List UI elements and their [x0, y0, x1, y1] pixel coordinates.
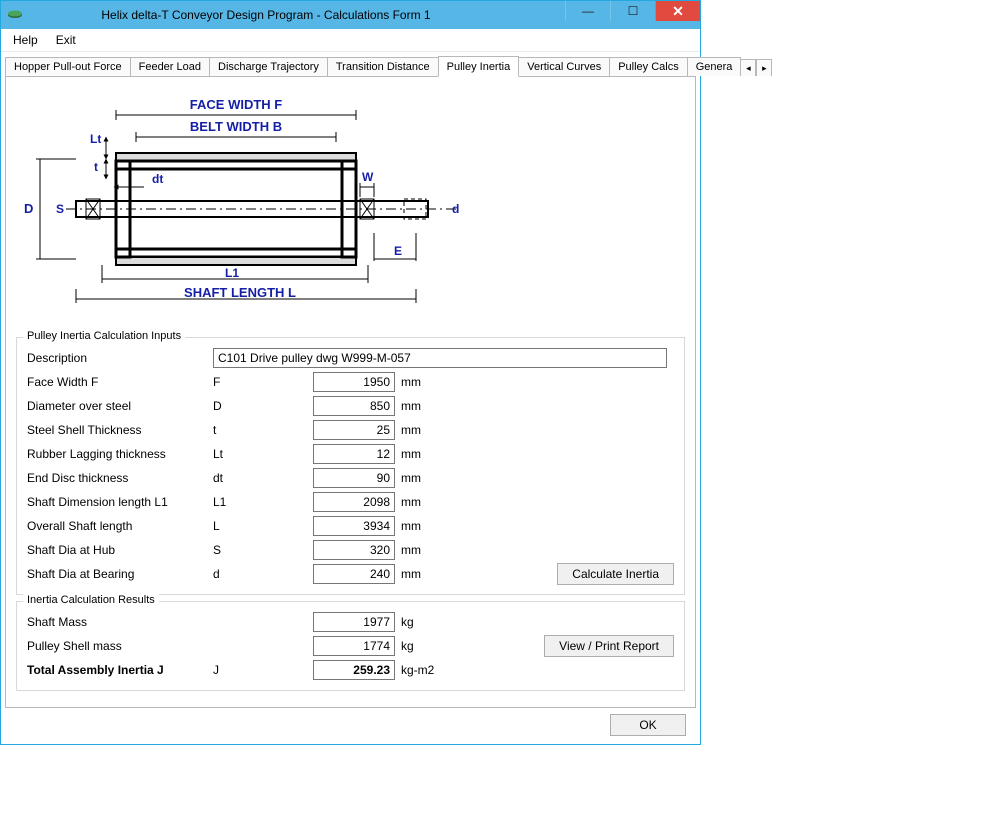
diagram-label-Lt: Lt	[90, 132, 101, 146]
shaft-dia-bearing-label: Shaft Dia at Bearing	[27, 567, 213, 581]
tab-scroll-right-icon[interactable]: ▸	[756, 59, 772, 76]
total-inertia-output	[313, 660, 395, 680]
results-group: Inertia Calculation Results Shaft Mass k…	[16, 601, 685, 691]
diagram-label-face-width: FACE WIDTH F	[190, 97, 282, 112]
overall-shaft-length-label: Overall Shaft length	[27, 519, 213, 533]
shaft-dia-bearing-input[interactable]	[313, 564, 395, 584]
diagram-label-shaft-length: SHAFT LENGTH L	[184, 285, 296, 300]
shaft-dia-hub-label: Shaft Dia at Hub	[27, 543, 213, 557]
diameter-over-steel-input[interactable]	[313, 396, 395, 416]
maximize-button[interactable]: ☐	[610, 1, 655, 21]
end-disc-thickness-input[interactable]	[313, 468, 395, 488]
dialog-footer: OK	[5, 708, 696, 736]
description-label: Description	[27, 351, 213, 365]
steel-shell-thickness-label: Steel Shell Thickness	[27, 423, 213, 437]
tabbar: Hopper Pull-out Force Feeder Load Discha…	[5, 56, 696, 77]
diameter-over-steel-label: Diameter over steel	[27, 399, 213, 413]
tab-pulley-calcs[interactable]: Pulley Calcs	[609, 57, 688, 76]
inputs-group: Pulley Inertia Calculation Inputs Descri…	[16, 337, 685, 595]
shaft-dimension-l1-input[interactable]	[313, 492, 395, 512]
diagram-label-L1: L1	[225, 266, 239, 280]
app-window: Helix delta-T Conveyor Design Program - …	[0, 0, 701, 745]
tab-hopper-pullout-force[interactable]: Hopper Pull-out Force	[5, 57, 131, 76]
shaft-mass-label: Shaft Mass	[27, 615, 213, 629]
client-area: Hopper Pull-out Force Feeder Load Discha…	[1, 52, 700, 744]
inputs-legend: Pulley Inertia Calculation Inputs	[23, 330, 185, 342]
diagram-label-D: D	[24, 201, 33, 216]
face-width-label: Face Width F	[27, 375, 213, 389]
diagram-label-t: t	[94, 160, 98, 174]
pulley-diagram: FACE WIDTH F BELT WIDTH B Lt t	[16, 87, 685, 333]
description-input[interactable]	[213, 348, 667, 368]
tab-pulley-inertia[interactable]: Pulley Inertia	[438, 56, 520, 77]
diagram-label-belt-width: BELT WIDTH B	[190, 119, 282, 134]
rubber-lagging-thickness-input[interactable]	[313, 444, 395, 464]
rubber-lagging-thickness-label: Rubber Lagging thickness	[27, 447, 213, 461]
tab-scroll: ◂ ▸	[740, 59, 772, 76]
pulley-shell-mass-label: Pulley Shell mass	[27, 639, 213, 653]
tab-scroll-left-icon[interactable]: ◂	[740, 59, 756, 76]
close-button[interactable]: ✕	[655, 1, 700, 21]
diagram-label-E: E	[394, 244, 402, 258]
tab-content: FACE WIDTH F BELT WIDTH B Lt t	[5, 77, 696, 708]
tab-general[interactable]: Genera	[687, 57, 742, 76]
tab-discharge-trajectory[interactable]: Discharge Trajectory	[209, 57, 328, 76]
view-print-report-button[interactable]: View / Print Report	[544, 635, 674, 657]
diagram-label-d: d	[452, 202, 459, 216]
window-title: Helix delta-T Conveyor Design Program - …	[0, 8, 565, 22]
diagram-label-dt: dt	[152, 172, 163, 186]
tab-transition-distance[interactable]: Transition Distance	[327, 57, 439, 76]
end-disc-thickness-label: End Disc thickness	[27, 471, 213, 485]
ok-button[interactable]: OK	[610, 714, 686, 736]
results-legend: Inertia Calculation Results	[23, 594, 159, 606]
titlebar: Helix delta-T Conveyor Design Program - …	[1, 1, 700, 29]
tab-feeder-load[interactable]: Feeder Load	[130, 57, 210, 76]
minimize-button[interactable]: —	[565, 1, 610, 21]
menubar: Help Exit	[1, 29, 700, 52]
pulley-shell-mass-output	[313, 636, 395, 656]
face-width-input[interactable]	[313, 372, 395, 392]
menu-help[interactable]: Help	[13, 33, 38, 47]
diagram-label-S: S	[56, 202, 64, 216]
total-inertia-label: Total Assembly Inertia J	[27, 663, 213, 677]
menu-exit[interactable]: Exit	[56, 33, 76, 47]
tab-vertical-curves[interactable]: Vertical Curves	[518, 57, 610, 76]
calculate-inertia-button[interactable]: Calculate Inertia	[557, 563, 674, 585]
overall-shaft-length-input[interactable]	[313, 516, 395, 536]
shaft-dimension-l1-label: Shaft Dimension length L1	[27, 495, 213, 509]
shaft-dia-hub-input[interactable]	[313, 540, 395, 560]
window-controls: — ☐ ✕	[565, 1, 700, 23]
diagram-label-W: W	[362, 170, 374, 184]
shaft-mass-output	[313, 612, 395, 632]
steel-shell-thickness-input[interactable]	[313, 420, 395, 440]
